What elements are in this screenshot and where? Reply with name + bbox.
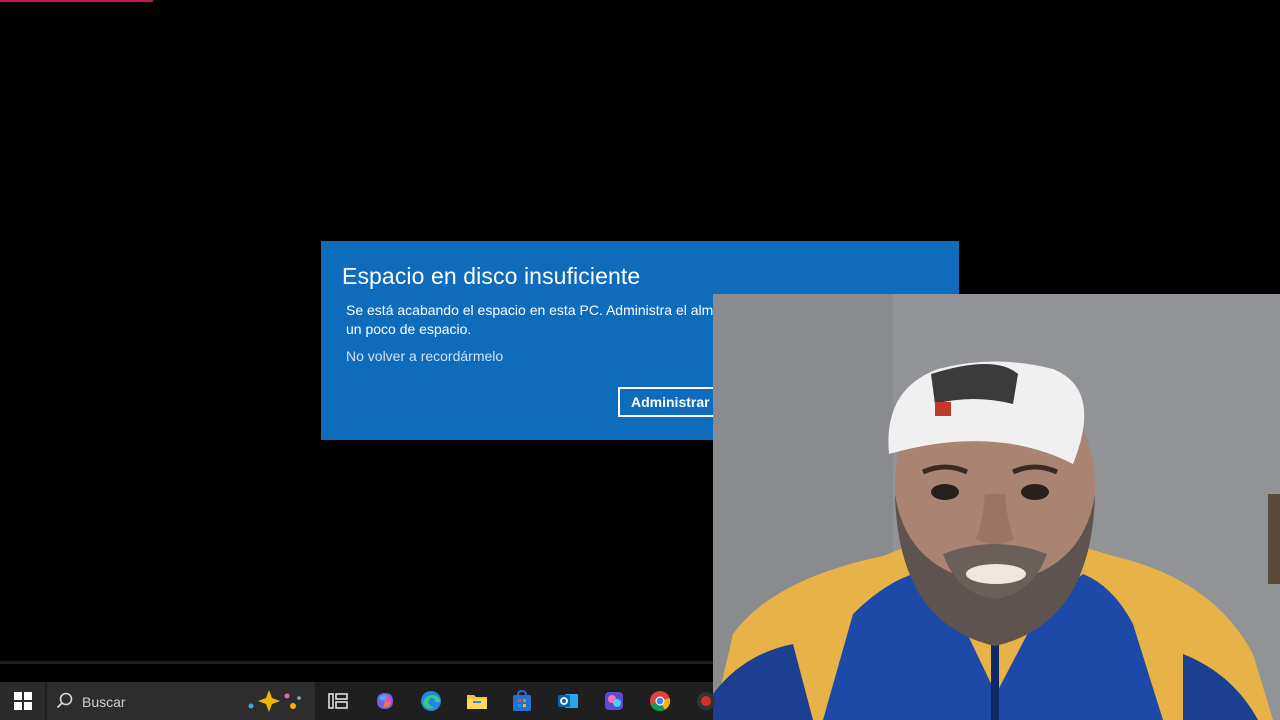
chrome-icon[interactable] (648, 689, 672, 713)
taskbar-search-box[interactable]: Buscar (47, 682, 315, 720)
presenter-image (713, 294, 1280, 720)
outlook-icon[interactable] (556, 689, 580, 713)
dialog-title: Espacio en disco insuficiente (342, 263, 641, 289)
search-placeholder: Buscar (82, 694, 126, 710)
dont-remind-link[interactable]: No volver a recordármelo (346, 348, 503, 364)
search-icon (56, 692, 73, 709)
app-icon[interactable] (694, 689, 718, 713)
windows-start-icon (13, 692, 32, 710)
start-button[interactable] (0, 682, 45, 720)
copilot-sparkle-icon (248, 690, 301, 712)
taskbar-divider (0, 661, 713, 664)
taskbar: Buscar (0, 682, 715, 720)
webcam-overlay (713, 294, 1280, 720)
copilot-icon[interactable] (373, 689, 397, 713)
microsoft-store-icon[interactable] (510, 689, 534, 713)
edge-icon[interactable] (419, 689, 443, 713)
top-accent-bar (0, 0, 153, 2)
task-view-icon[interactable] (326, 689, 350, 713)
photo-app-icon[interactable] (602, 689, 626, 713)
file-explorer-icon[interactable] (465, 689, 489, 713)
